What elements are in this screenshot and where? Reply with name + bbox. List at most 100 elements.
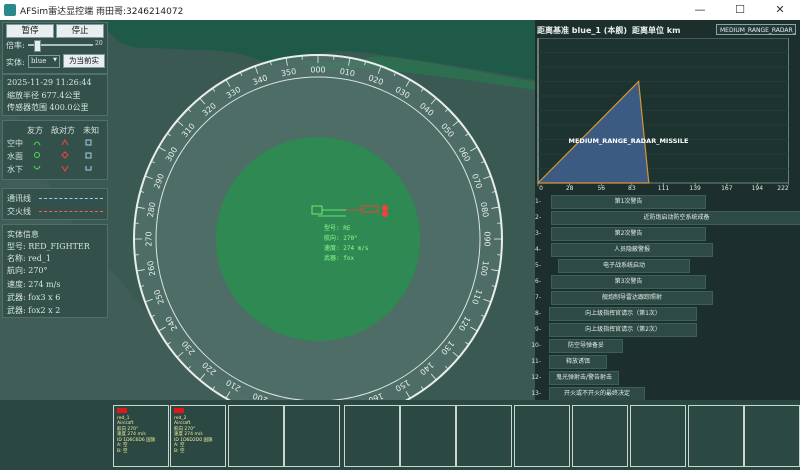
entity-card-line: B: 空 xyxy=(174,448,185,454)
entity-slot[interactable] xyxy=(228,405,284,467)
range-unit: 距离单位 km xyxy=(632,26,681,35)
rate-max: 20 xyxy=(95,40,103,47)
event-number: 12- xyxy=(531,374,541,381)
entity-slot[interactable] xyxy=(514,405,570,467)
event-item[interactable]: 第3次警告 xyxy=(551,275,706,289)
missile-tab[interactable]: MEDIUM_RANGE_RADAR_MISSILE xyxy=(716,24,796,35)
entity-slot[interactable] xyxy=(284,405,340,467)
event-number: 13- xyxy=(531,390,541,397)
event-item[interactable]: 向上级指挥官请示（第1次） xyxy=(549,307,697,321)
hostile-flag-icon xyxy=(174,408,184,413)
event-number: 7- xyxy=(535,294,541,301)
set-current-button[interactable]: 为当前实 xyxy=(63,54,105,68)
entity-select-value: blue xyxy=(31,57,47,65)
event-item[interactable]: 防空导弹备妥 xyxy=(549,339,623,353)
event-number: 2- xyxy=(535,214,541,221)
event-item[interactable]: 第1次警告 xyxy=(551,195,706,209)
status-panel: 2025-11-29 11:26:44 缩放半径 677.4公里 传感器范围 4… xyxy=(2,74,108,116)
entity-slot[interactable] xyxy=(630,405,686,467)
hostile-flag-icon xyxy=(117,408,127,413)
app-icon xyxy=(4,4,16,16)
hostile-air-icon xyxy=(61,139,69,146)
entity-info-panel: 实体信息 型号: RED_FIGHTER 名称: red_1 航向: 270° … xyxy=(2,224,108,318)
comm-line-sample xyxy=(39,198,103,199)
rate-slider[interactable] xyxy=(28,40,93,52)
event-item[interactable]: 鬼光弹射击/警告射击 xyxy=(549,371,619,385)
entity-info-title: 实体信息 xyxy=(7,230,39,239)
entity-card[interactable]: red_2 Aircraft 航向 270° 速度 274 m/s ID 1D6D2D0… xyxy=(174,408,213,454)
event-number: 8- xyxy=(535,310,541,317)
bearing-label-270: 270 xyxy=(145,231,154,246)
entity-heading: 航向: 270° xyxy=(7,266,48,275)
friend-surface-icon xyxy=(34,152,40,158)
minimize-button[interactable]: — xyxy=(680,0,720,20)
status-sensor-range: 传感器范围 400.0公里 xyxy=(7,103,89,112)
entity-card[interactable]: red_1 Aircraft 航向 270° 速度 274 m/s ID 1D6C6D6… xyxy=(117,408,155,454)
entity-speed: 速度: 274 m/s xyxy=(7,280,61,289)
rate-label: 倍率: xyxy=(6,41,25,50)
event-item[interactable]: 向上级指挥官请示（第2次） xyxy=(549,323,697,337)
event-number: 5- xyxy=(535,262,541,269)
legend-symbols xyxy=(33,139,92,172)
entity-slot[interactable] xyxy=(344,405,400,467)
entity-name: 名称: red_1 xyxy=(7,254,52,263)
range-reference: 距离基准 blue_1 (本舰) xyxy=(537,26,628,35)
hostile-surface-icon xyxy=(61,151,69,159)
entity-card-line: B: 空 xyxy=(117,448,128,454)
chevron-down-icon: ▼ xyxy=(53,57,57,63)
window-titlebar: AFSim雷达显控端 雨田哥:3246214072 — ☐ ✕ xyxy=(0,0,800,21)
close-button[interactable]: ✕ xyxy=(760,0,800,20)
entity-slot[interactable] xyxy=(688,405,744,467)
unknown-surface-icon xyxy=(85,152,92,159)
chart-x-tick-label: 139 xyxy=(689,185,701,190)
entity-weapon-2: 武器: fox2 x 2 xyxy=(7,306,61,315)
chart-x-tick-label: 222 xyxy=(777,185,789,190)
track-label-weapon: 武器: fox xyxy=(324,254,354,262)
entity-select[interactable]: blue ▼ xyxy=(28,55,60,68)
event-item[interactable]: 舰炮制导雷达跟踪照射 xyxy=(551,291,713,305)
status-datetime: 2025-11-29 11:26:44 xyxy=(7,78,92,87)
entity-weapon-1: 武器: fox3 x 6 xyxy=(7,293,61,302)
event-number: 10- xyxy=(531,342,541,349)
stop-button[interactable]: 停止 xyxy=(56,24,104,38)
event-number: 9- xyxy=(535,326,541,333)
status-zoom-radius: 缩放半径 677.4公里 xyxy=(7,91,81,100)
event-number: 1- xyxy=(535,198,541,205)
engage-line-sample xyxy=(39,211,103,212)
chart-x-tick-label: 111 xyxy=(658,185,670,190)
chart-x-tick-label: 28 xyxy=(566,185,574,190)
event-item[interactable]: 第2次警告 xyxy=(551,227,706,241)
entity-slot[interactable] xyxy=(744,405,800,467)
chart-x-ticks: 0 28 56 83 111 139 167 194 222 xyxy=(537,183,789,190)
control-panel: 暂停 停止 倍率: 20 实体: blue ▼ 为当前实 xyxy=(2,22,108,74)
track-label-type: 型号: RE xyxy=(324,224,351,232)
chart-x-tick-label: 167 xyxy=(721,185,733,190)
entity-slot[interactable] xyxy=(572,405,628,467)
event-item[interactable]: 释放诱饵 xyxy=(549,355,607,369)
chart-series-label: MEDIUM_RANGE_RADAR_MISSILE xyxy=(569,137,689,145)
entity-slot[interactable] xyxy=(400,405,456,467)
event-item[interactable]: 开火或不开火的最终决定 xyxy=(549,387,645,401)
event-item[interactable]: 人员隐蔽警报 xyxy=(551,243,713,257)
chart-x-tick-label: 83 xyxy=(628,185,636,190)
pause-button[interactable]: 暂停 xyxy=(6,24,54,38)
event-number: 6- xyxy=(535,278,541,285)
friend-air-icon xyxy=(33,141,41,146)
event-item[interactable]: 电子战系统启动 xyxy=(558,259,690,273)
unknown-subsurface-icon xyxy=(85,166,92,171)
event-number: 4- xyxy=(535,246,541,253)
comm-line-label: 通讯线 xyxy=(7,194,31,203)
track-label-heading: 航向: 270° xyxy=(324,234,358,242)
rate-slider-handle[interactable] xyxy=(34,40,42,52)
friend-subsurface-icon xyxy=(33,165,41,170)
event-item[interactable]: 近防炮启动防空系统戒备 xyxy=(551,211,800,225)
entity-label: 实体: xyxy=(6,58,25,67)
chart-x-tick-label: 56 xyxy=(597,185,605,190)
maximize-button[interactable]: ☐ xyxy=(720,0,760,20)
symbol-legend: 友方 敌对方 未知 空中 水面 水下 xyxy=(2,120,108,180)
event-number: 11- xyxy=(531,358,541,365)
entity-slot[interactable] xyxy=(456,405,512,467)
event-number: 3- xyxy=(535,230,541,237)
range-chart: 01002003004005006007008009001000 0285683… xyxy=(537,38,789,190)
chart-x-tick-label: 194 xyxy=(752,185,764,190)
